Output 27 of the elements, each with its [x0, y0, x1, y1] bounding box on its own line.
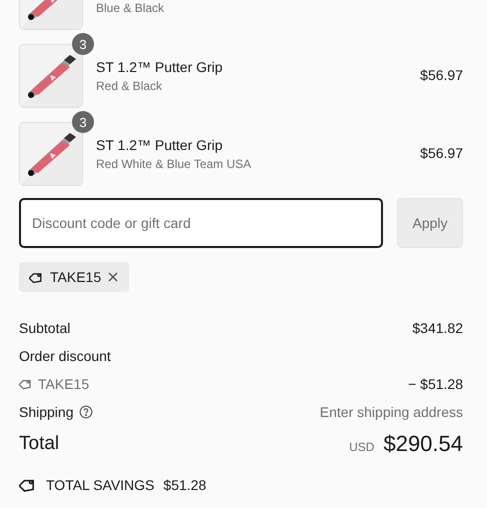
product-variant: Red & Black	[96, 78, 164, 95]
summary-label: Order discount	[19, 348, 111, 364]
total-label: Total	[19, 433, 60, 455]
savings-value: $51.28	[163, 477, 206, 493]
summary-label: TAKE15	[38, 376, 90, 392]
product-price: $56.97	[420, 66, 463, 83]
quantity-badge: 3	[72, 111, 94, 133]
help-icon[interactable]	[78, 405, 92, 419]
close-button[interactable]	[107, 271, 120, 283]
quantity-badge: 3	[72, 33, 94, 55]
summary-label: Subtotal	[19, 320, 70, 336]
summary-value: − $51.28	[408, 376, 463, 392]
summary-value: Enter shipping address	[320, 404, 463, 420]
total-value: $290.54	[383, 431, 463, 457]
currency-code: USD	[349, 438, 374, 454]
product-variant: Blue & Black	[96, 0, 166, 17]
product-title: ST 1.2™ Putter Grip	[96, 136, 224, 155]
discount-field[interactable]: Discount code or gift card	[19, 198, 383, 248]
savings-label: TOTAL SAVINGS	[46, 477, 154, 493]
apply-button[interactable]: Apply	[397, 198, 463, 248]
discount-code: TAKE15	[50, 269, 102, 285]
product-price: $56.97	[420, 144, 463, 161]
summary-label: Shipping	[19, 404, 74, 420]
tag-icon	[19, 377, 33, 391]
summary-value: $341.82	[412, 320, 463, 336]
product-variant: Red White & Blue Team USA	[96, 156, 252, 173]
product-title: ST 1.2™ Putter Grip	[96, 58, 224, 77]
